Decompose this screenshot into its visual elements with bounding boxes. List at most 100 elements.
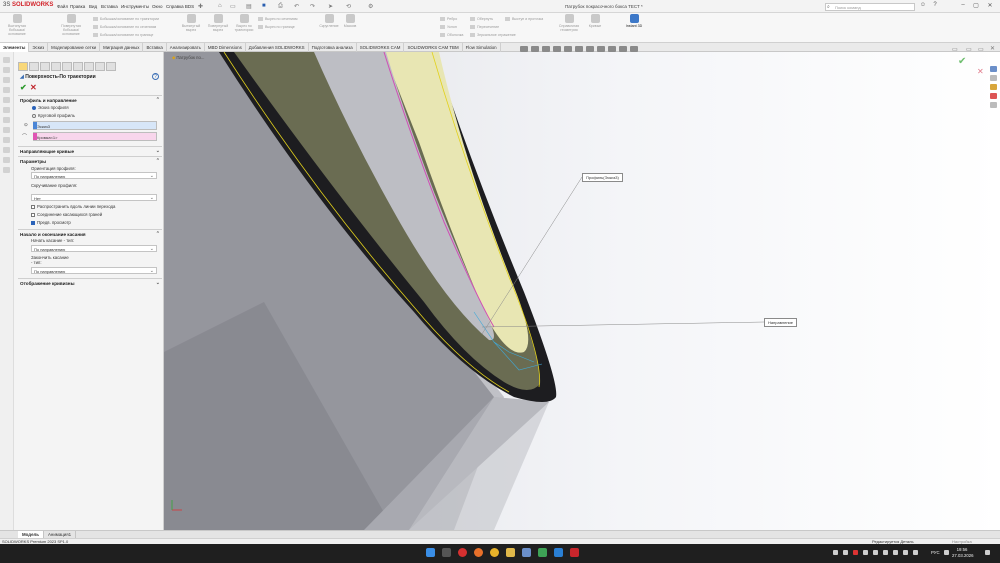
rib-item[interactable]: Ребро [440,15,463,23]
display-style-icon[interactable] [575,46,583,52]
appearances-icon[interactable] [990,93,997,99]
display-manager-tab-icon[interactable] [62,62,72,71]
tray-security-icon[interactable] [903,550,908,555]
yandex-browser-icon[interactable] [458,548,467,557]
tab-data-migration[interactable]: Миграция данных [100,43,144,52]
sketch-tool-icon[interactable] [3,57,10,63]
file-explorer-icon[interactable] [990,84,997,90]
edge-icon[interactable] [554,548,563,557]
tab-mbd-dimensions[interactable]: MBD Dimensions [205,43,246,52]
close-viewport-icon[interactable]: ✕ [990,45,995,52]
extrude-cut-button[interactable]: Вытянутый вырез [180,14,202,32]
undo-icon[interactable]: ↶ [294,3,299,10]
section-curvature-display[interactable]: Отображение кривизны ⌄ [18,278,162,286]
apply-scene-icon[interactable] [608,46,616,52]
rectangle-tool-icon[interactable] [3,87,10,93]
tray-sync-icon[interactable] [873,550,878,555]
relations-tool-icon[interactable] [3,157,10,163]
tab-mesh-modeling[interactable]: Моделирование сетки [48,43,101,52]
pin-icon[interactable]: ✚ [198,3,203,10]
checkbox-merge-tangent[interactable]: Соединение касающихся граней [31,212,102,217]
revolve-cut-button[interactable]: Повернутый вырез [206,14,230,32]
options-gear-icon[interactable]: ⚙ [368,3,373,10]
tab-sketch[interactable]: Эскиз [29,43,49,52]
simulation-tab-icon[interactable] [106,62,116,71]
menu-window[interactable]: Окно [152,4,162,9]
cancel-button[interactable]: ✕ [30,83,37,92]
cam-tool-tab-icon[interactable] [95,62,105,71]
circle-tool-icon[interactable] [3,97,10,103]
callout-path[interactable]: Направление [764,318,797,327]
help-icon[interactable]: ? [930,2,940,11]
section-guide-curves[interactable]: Направляющие кривые ⌄ [18,146,162,154]
custom-properties-icon[interactable] [990,102,997,108]
twist-dropdown[interactable]: Нет ⌄ [31,194,157,201]
firefox-icon[interactable] [474,548,483,557]
notifications-icon[interactable] [985,550,990,555]
offset-tool-icon[interactable] [3,137,10,143]
start-tangent-dropdown[interactable]: По направлению ⌄ [31,245,157,252]
tab-features[interactable]: Элементы [0,43,30,52]
checkbox-preview[interactable]: Предв. просмотр [31,220,71,225]
tile-viewport-icon[interactable]: ▭ [966,46,972,53]
tab-insert[interactable]: Вставка [143,43,167,52]
revolve-boss-button[interactable]: Повернутая бобышка/основание [56,14,86,36]
end-tangent-dropdown[interactable]: По направлению ⌄ [31,267,157,274]
edit-appearance-icon[interactable] [597,46,605,52]
solidworks-tools-icon[interactable] [538,548,547,557]
print-icon[interactable]: ⎙ [278,3,283,10]
draft-item[interactable]: Уклон [440,23,463,31]
search-input[interactable]: Поиск команд [825,3,915,11]
help-icon[interactable]: ? [152,73,159,80]
section-start-end-tangency[interactable]: Начало и окончание касания ⌃ [18,229,162,237]
boundary-cut-item[interactable]: Вырез по границе [258,23,297,31]
arc-tool-icon[interactable] [3,107,10,113]
menu-file[interactable]: Файл [57,4,68,9]
menu-edit[interactable]: Правка [70,4,85,9]
tab-simulation-prep[interactable]: Подготовка анализа [309,43,357,52]
model-view[interactable] [164,52,1000,530]
section-parameters[interactable]: Параметры ⌃ [18,156,162,164]
rebuild-icon[interactable]: ⟲ [346,3,351,10]
zoom-to-fit-icon[interactable] [520,46,528,52]
menu-insert[interactable]: Вставка [101,4,118,9]
view-settings-icon[interactable] [619,46,627,52]
cam-operation-tab-icon[interactable] [84,62,94,71]
menu-help[interactable]: Справка BDS [166,4,194,9]
tray-app-icon[interactable] [843,550,848,555]
tab-solidworks-cam[interactable]: SOLIDWORKS CAM [357,43,405,52]
sweep-cut-button[interactable]: Вырез по траектории [232,14,256,32]
tray-chevron-icon[interactable] [833,550,838,555]
section-profile-path[interactable]: Профиль и направление ⌃ [18,95,162,103]
menu-tools[interactable]: Инструменты [121,4,149,9]
tray-clock[interactable]: 19:56 27.03.2026 [952,547,974,559]
intersect-item[interactable]: Пересечение [470,23,516,31]
tray-yandex-icon[interactable] [853,550,858,555]
boundary-boss-item[interactable]: Бобышка/основание по границе [93,31,159,39]
feature-manager-tab-icon[interactable] [18,62,28,71]
tray-network-icon[interactable] [944,550,949,555]
app-logo[interactable]: 3S SOLIDWORKS [3,2,53,8]
restore-viewport-icon[interactable]: ▭ [952,46,958,53]
minimize-button[interactable]: – [958,2,968,11]
profile-selection-box[interactable]: Эскиз3 [33,121,157,130]
close-button[interactable]: ✕ [985,2,995,11]
reference-geometry-button[interactable]: Справочная геометрия [556,14,582,32]
home-icon[interactable]: ⌂ [218,3,222,9]
confirm-corner-ok-icon[interactable]: ✔ [958,56,966,67]
line-tool-icon[interactable] [3,77,10,83]
spline-tool-icon[interactable] [3,117,10,123]
tab-analyze[interactable]: Анализировать [167,43,205,52]
path-selection-box[interactable]: Кромка<1> [33,132,157,141]
section-view-icon[interactable] [553,46,561,52]
maximize-button[interactable]: ▢ [971,2,981,11]
indent-item[interactable]: Выступ и проточка [505,17,543,21]
ok-button[interactable]: ✔ [20,83,27,92]
confirm-corner-cancel-icon[interactable]: ✕ [977,67,984,76]
open-icon[interactable]: ▤ [246,3,252,10]
select-icon[interactable]: ➤ [328,3,333,10]
files-app-icon[interactable] [522,548,531,557]
mirror-tool-icon[interactable] [3,147,10,153]
tray-battery-icon[interactable] [913,550,918,555]
hide-show-icon[interactable] [586,46,594,52]
